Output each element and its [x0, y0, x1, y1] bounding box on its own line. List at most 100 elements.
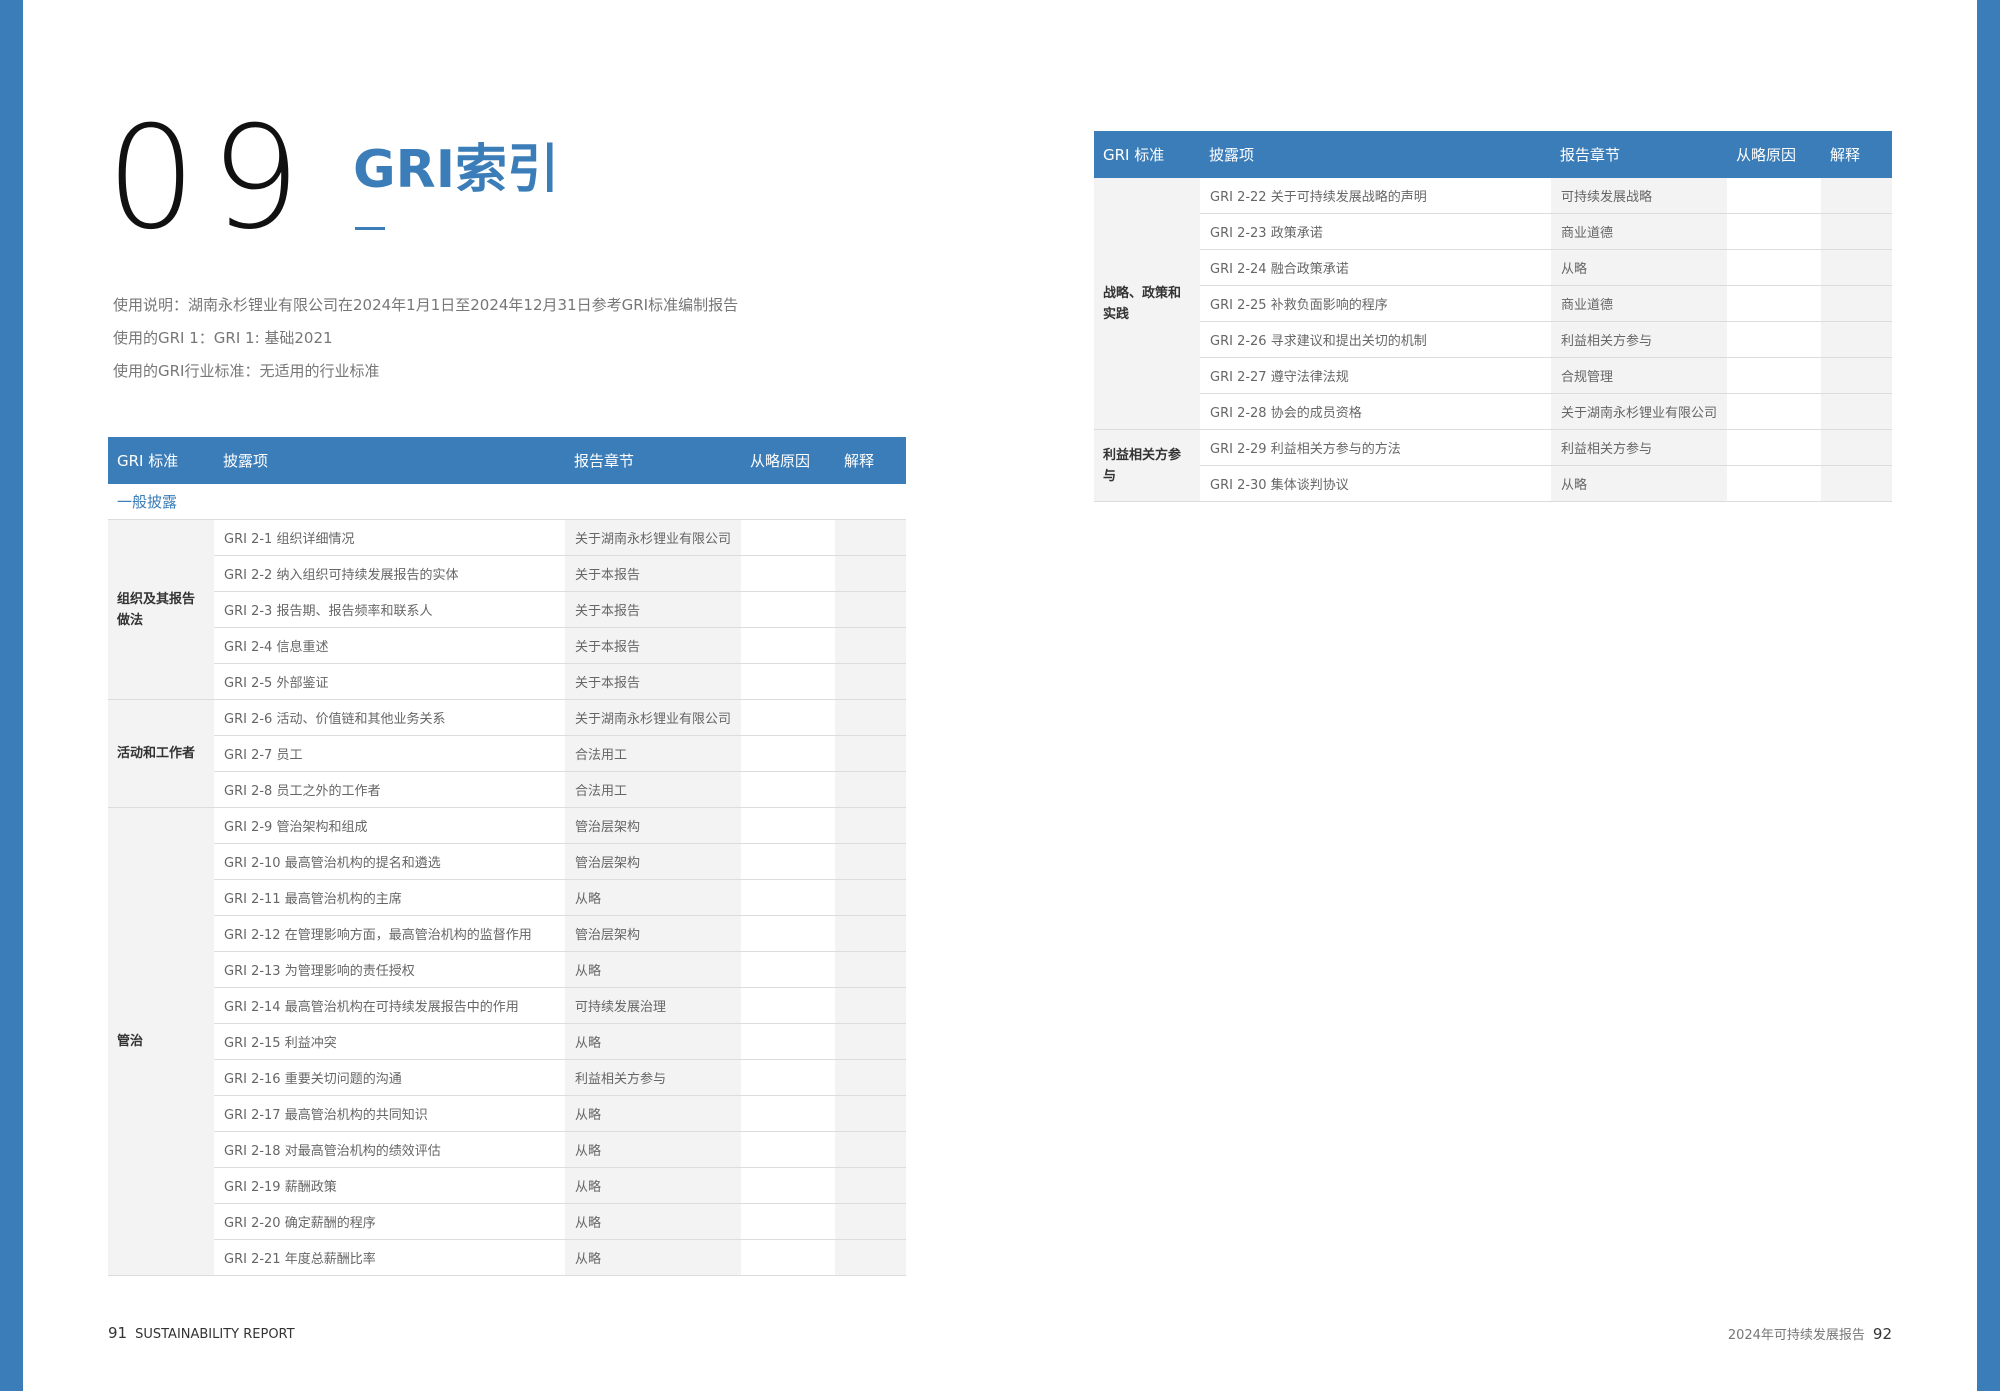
header-report-section: 报告章节: [1551, 131, 1727, 178]
disclosure-cell: GRI 2-3 报告期、报告频率和联系人: [214, 591, 565, 628]
disclosure-cell: GRI 2-1 组织详细情况: [214, 519, 565, 556]
explanation-cell: [1821, 178, 1892, 214]
report-section-cell: 利益相关方参与: [1551, 321, 1727, 358]
report-section-cell: 从略: [565, 1203, 741, 1240]
header-explanation: 解释: [1821, 131, 1892, 178]
general-disclosure-row: 一般披露: [108, 484, 906, 520]
group-label: 活动和工作者: [108, 699, 214, 808]
explanation-cell: [1821, 465, 1892, 502]
table-row: GRI 2-3 报告期、报告频率和联系人 关于本报告: [108, 591, 906, 628]
explanation-cell: [835, 519, 906, 556]
explanation-cell: [835, 1023, 906, 1060]
header-disclosure: 披露项: [214, 437, 565, 484]
explanation-cell: [1821, 321, 1892, 358]
explanation-cell: [835, 1203, 906, 1240]
report-section-cell: 合法用工: [565, 771, 741, 808]
disclosure-cell: GRI 2-21 年度总薪酬比率: [214, 1239, 565, 1276]
report-section-cell: 从略: [565, 1095, 741, 1132]
footer-left: 91 SUSTAINABILITY REPORT: [108, 1324, 295, 1342]
explanation-cell: [835, 555, 906, 592]
omission-reason-cell: [741, 1059, 835, 1096]
table-row: GRI 2-28 协会的成员资格 关于湖南永杉锂业有限公司: [1094, 393, 1892, 430]
disclosure-cell: GRI 2-24 融合政策承诺: [1200, 249, 1551, 286]
header-explanation: 解释: [835, 437, 906, 484]
report-section-cell: 合法用工: [565, 735, 741, 772]
disclosure-cell: GRI 2-19 薪酬政策: [214, 1167, 565, 1204]
table-row: GRI 2-2 纳入组织可持续发展报告的实体 关于本报告: [108, 555, 906, 592]
report-section-cell: 管治层架构: [565, 915, 741, 952]
disclosure-cell: GRI 2-26 寻求建议和提出关切的机制: [1200, 321, 1551, 358]
disclosure-cell: GRI 2-27 遵守法律法规: [1200, 357, 1551, 394]
explanation-cell: [1821, 393, 1892, 430]
omission-reason-cell: [741, 735, 835, 772]
table-row: 利益相关方参与 GRI 2-29 利益相关方参与的方法 利益相关方参与: [1094, 429, 1892, 502]
explanation-cell: [1821, 213, 1892, 250]
explanation-cell: [835, 699, 906, 736]
explanation-cell: [835, 951, 906, 988]
table-row: GRI 2-14 最高管治机构在可持续发展报告中的作用 可持续发展治理: [108, 987, 906, 1024]
footer-right-text: 2024年可持续发展报告: [1727, 1328, 1865, 1343]
report-section-cell: 从略: [1551, 465, 1727, 502]
omission-reason-cell: [741, 915, 835, 952]
omission-reason-cell: [741, 879, 835, 916]
omission-reason-cell: [741, 1203, 835, 1240]
report-section-cell: 从略: [565, 1131, 741, 1168]
footer-left-text: SUSTAINABILITY REPORT: [135, 1327, 295, 1342]
report-section-cell: 商业道德: [1551, 213, 1727, 250]
explanation-cell: [835, 1131, 906, 1168]
table-row: GRI 2-10 最高管治机构的提名和遴选 管治层架构: [108, 843, 906, 880]
explanation-cell: [835, 1239, 906, 1276]
group-label: 组织及其报告做法: [108, 519, 214, 700]
table-header-row: GRI 标准 披露项 报告章节 从略原因 解释: [1094, 131, 1892, 178]
chapter-number: 09: [106, 96, 315, 261]
header-omission-reason: 从略原因: [1727, 131, 1821, 178]
omission-reason-cell: [741, 627, 835, 664]
table-row: GRI 2-23 政策承诺 商业道德: [1094, 213, 1892, 250]
explanation-cell: [835, 1167, 906, 1204]
omission-reason-cell: [741, 1095, 835, 1132]
disclosure-cell: GRI 2-8 员工之外的工作者: [214, 771, 565, 808]
disclosure-cell: GRI 2-2 纳入组织可持续发展报告的实体: [214, 555, 565, 592]
header-gri-standard: GRI 标准: [1094, 131, 1200, 178]
disclosure-cell: GRI 2-13 为管理影响的责任授权: [214, 951, 565, 988]
table-row: GRI 2-19 薪酬政策 从略: [108, 1167, 906, 1204]
omission-reason-cell: [741, 1239, 835, 1276]
report-section-cell: 管治层架构: [565, 843, 741, 880]
explanation-cell: [835, 591, 906, 628]
omission-reason-cell: [1727, 178, 1821, 214]
explanation-cell: [835, 771, 906, 808]
table-row: GRI 2-16 重要关切问题的沟通 利益相关方参与: [108, 1059, 906, 1096]
header-omission-reason: 从略原因: [741, 437, 835, 484]
usage-notes: 使用说明：湖南永杉锂业有限公司在2024年1月1日至2024年12月31日参考G…: [113, 293, 738, 392]
disclosure-cell: GRI 2-11 最高管治机构的主席: [214, 879, 565, 916]
explanation-cell: [835, 843, 906, 880]
table-row: GRI 2-25 补救负面影响的程序 商业道德: [1094, 285, 1892, 322]
title-underline: [355, 227, 385, 230]
disclosure-cell: GRI 2-7 员工: [214, 735, 565, 772]
report-section-cell: 可持续发展战略: [1551, 178, 1727, 214]
report-section-cell: 关于本报告: [565, 591, 741, 628]
omission-reason-cell: [1727, 429, 1821, 466]
usage-note-statement: 使用说明：湖南永杉锂业有限公司在2024年1月1日至2024年12月31日参考G…: [113, 296, 739, 314]
table-row: GRI 2-18 对最高管治机构的绩效评估 从略: [108, 1131, 906, 1168]
omission-reason-cell: [741, 555, 835, 592]
explanation-cell: [1821, 429, 1892, 466]
omission-reason-cell: [741, 843, 835, 880]
report-section-cell: 从略: [565, 951, 741, 988]
omission-reason-cell: [741, 591, 835, 628]
report-section-cell: 从略: [565, 1239, 741, 1276]
report-section-cell: 可持续发展治理: [565, 987, 741, 1024]
report-section-cell: 利益相关方参与: [1551, 429, 1727, 466]
table-row: GRI 2-26 寻求建议和提出关切的机制 利益相关方参与: [1094, 321, 1892, 358]
explanation-cell: [835, 879, 906, 916]
omission-reason-cell: [1727, 285, 1821, 322]
omission-reason-cell: [1727, 321, 1821, 358]
report-section-cell: 关于本报告: [565, 663, 741, 700]
table-row: GRI 2-21 年度总薪酬比率 从略: [108, 1239, 906, 1276]
disclosure-cell: GRI 2-15 利益冲突: [214, 1023, 565, 1060]
table-row: GRI 2-24 融合政策承诺 从略: [1094, 249, 1892, 286]
table-row: 管治 GRI 2-9 管治架构和组成 管治层架构: [108, 807, 906, 1276]
omission-reason-cell: [741, 699, 835, 736]
omission-reason-cell: [1727, 213, 1821, 250]
header-report-section: 报告章节: [565, 437, 741, 484]
